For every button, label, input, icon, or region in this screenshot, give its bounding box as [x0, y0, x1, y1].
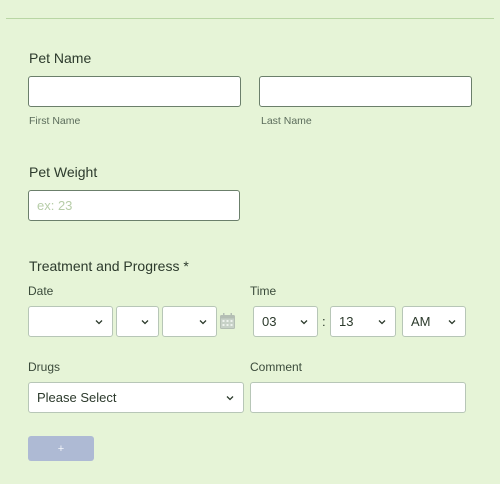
- hour-value: 03: [262, 314, 277, 329]
- chevron-down-icon: [378, 319, 386, 324]
- treatment-title: Treatment and Progress *: [29, 258, 189, 274]
- chevron-down-icon: [95, 319, 103, 324]
- minute-value: 13: [339, 314, 354, 329]
- drugs-label: Drugs: [28, 360, 61, 374]
- first-name-input[interactable]: [28, 76, 241, 107]
- date-label: Date: [28, 284, 54, 298]
- date-day-select[interactable]: [116, 306, 159, 337]
- calendar-icon[interactable]: [220, 313, 235, 329]
- comment-label: Comment: [250, 360, 303, 374]
- ampm-select[interactable]: AM: [402, 306, 466, 337]
- ampm-value: AM: [411, 314, 431, 329]
- hour-select[interactable]: 03: [253, 306, 318, 337]
- minute-select[interactable]: 13: [330, 306, 396, 337]
- add-row-button[interactable]: +: [28, 436, 94, 461]
- last-name-sublabel: Last Name: [261, 115, 312, 127]
- drugs-value: Please Select: [37, 390, 117, 405]
- drugs-select[interactable]: Please Select: [28, 382, 244, 413]
- chevron-down-icon: [141, 319, 149, 324]
- pet-name-label: Pet Name: [29, 50, 92, 66]
- date-year-select[interactable]: [162, 306, 217, 337]
- top-divider: [6, 18, 494, 19]
- time-label: Time: [250, 284, 277, 298]
- chevron-down-icon: [448, 319, 456, 324]
- chevron-down-icon: [300, 319, 308, 324]
- first-name-sublabel: First Name: [29, 115, 81, 127]
- date-month-select[interactable]: [28, 306, 113, 337]
- pet-weight-input[interactable]: [28, 190, 240, 221]
- chevron-down-icon: [226, 395, 234, 400]
- comment-input[interactable]: [250, 382, 466, 413]
- pet-weight-label: Pet Weight: [29, 164, 98, 180]
- time-separator: :: [322, 314, 326, 329]
- last-name-input[interactable]: [259, 76, 472, 107]
- chevron-down-icon: [199, 319, 207, 324]
